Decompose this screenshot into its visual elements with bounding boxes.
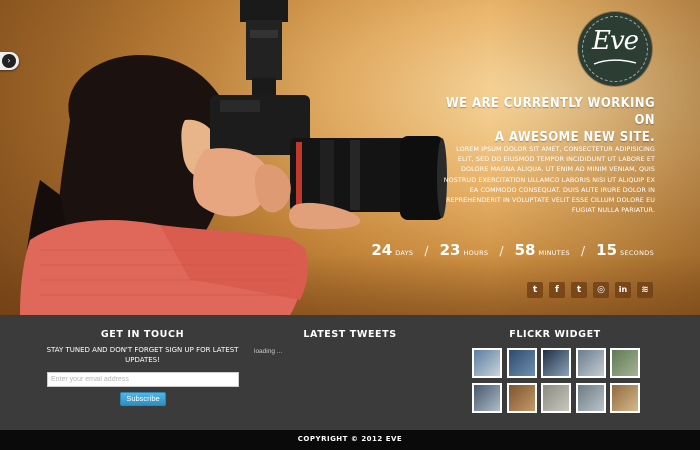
countdown-hours-label: hours (463, 249, 489, 257)
flickr-thumbnail[interactable] (575, 383, 606, 413)
countdown-separator: / (499, 244, 504, 258)
countdown-hours-value: 23 (439, 241, 461, 259)
rss-icon[interactable]: ≋ (637, 282, 653, 298)
side-panel-toggle[interactable]: › (0, 52, 19, 70)
hero-section: › Eve We are currently working on a awes… (0, 0, 700, 315)
flickr-thumbnail[interactable] (506, 348, 537, 378)
dribbble-icon[interactable]: ◎ (593, 282, 609, 298)
hero-headline: We are currently working on a awesome ne… (430, 95, 655, 146)
email-field[interactable] (47, 372, 239, 387)
flickr-thumbnail[interactable] (575, 348, 606, 378)
flickr-thumbnail[interactable] (610, 383, 640, 413)
logo-swoosh (593, 59, 637, 65)
social-links: t f t ◎ in ≋ (527, 282, 653, 298)
get-in-touch-title: Get In Touch (100, 329, 185, 340)
flickr-photo (612, 385, 638, 411)
flickr-thumbnail[interactable] (472, 383, 502, 413)
linkedin-icon[interactable]: in (615, 282, 631, 298)
facebook-icon[interactable]: f (549, 282, 565, 298)
flickr-photo (543, 385, 569, 411)
headline-line-1: We are currently working on (445, 96, 655, 128)
flickr-photo (474, 385, 500, 411)
logo-text: Eve (591, 26, 639, 56)
copyright-bar: Copyright © 2012 Eve (0, 430, 700, 450)
flickr-thumbnail[interactable] (506, 383, 537, 413)
countdown-seconds-value: 15 (596, 241, 618, 259)
latest-tweets-title: Latest Tweets (303, 329, 397, 340)
get-in-touch-text: Stay tuned and don't forget sign up for … (46, 346, 239, 364)
girl-with-camera-photo (20, 0, 447, 315)
countdown-timer: 24 days / 23 hours / 58 minutes / 15 seconds (371, 240, 654, 260)
countdown-days-label: days (395, 249, 414, 257)
flickr-widget-title: Flickr Widget (509, 329, 601, 340)
tweets-loading-text: loading ... (254, 348, 283, 355)
subscribe-button[interactable]: Subscribe (120, 392, 166, 406)
countdown-days-value: 24 (371, 241, 393, 259)
countdown-minutes-label: minutes (538, 249, 570, 257)
flickr-thumbnail[interactable] (541, 348, 571, 378)
flickr-photo (474, 350, 500, 376)
flickr-photo (543, 350, 569, 376)
countdown-seconds-label: seconds (620, 249, 654, 257)
hero-description: Lorem ipsum dolor sit amet, consectetur … (443, 145, 655, 215)
tumblr-icon[interactable]: t (571, 282, 587, 298)
flickr-photo (508, 350, 535, 376)
countdown-seconds: 15 seconds (596, 240, 654, 259)
flickr-photo (612, 350, 638, 376)
flickr-thumbnail[interactable] (541, 383, 571, 413)
chevron-right-icon: › (2, 54, 16, 68)
countdown-minutes: 58 minutes (515, 240, 570, 259)
flickr-thumbnail[interactable] (472, 348, 502, 378)
countdown-minutes-value: 58 (514, 241, 536, 259)
countdown-separator: / (581, 244, 586, 258)
copyright-text: Copyright © 2012 Eve (297, 435, 403, 443)
logo[interactable]: Eve (578, 12, 652, 86)
footer-widgets: Get In Touch Stay tuned and don't forget… (0, 315, 700, 430)
countdown-days: 24 days (371, 240, 413, 259)
countdown-hours: 23 hours (440, 240, 489, 259)
flickr-photo (577, 385, 604, 411)
twitter-icon[interactable]: t (527, 282, 543, 298)
flickr-thumbnail[interactable] (610, 348, 640, 378)
countdown-separator: / (424, 244, 429, 258)
flickr-photo (508, 385, 535, 411)
flickr-photo (577, 350, 604, 376)
